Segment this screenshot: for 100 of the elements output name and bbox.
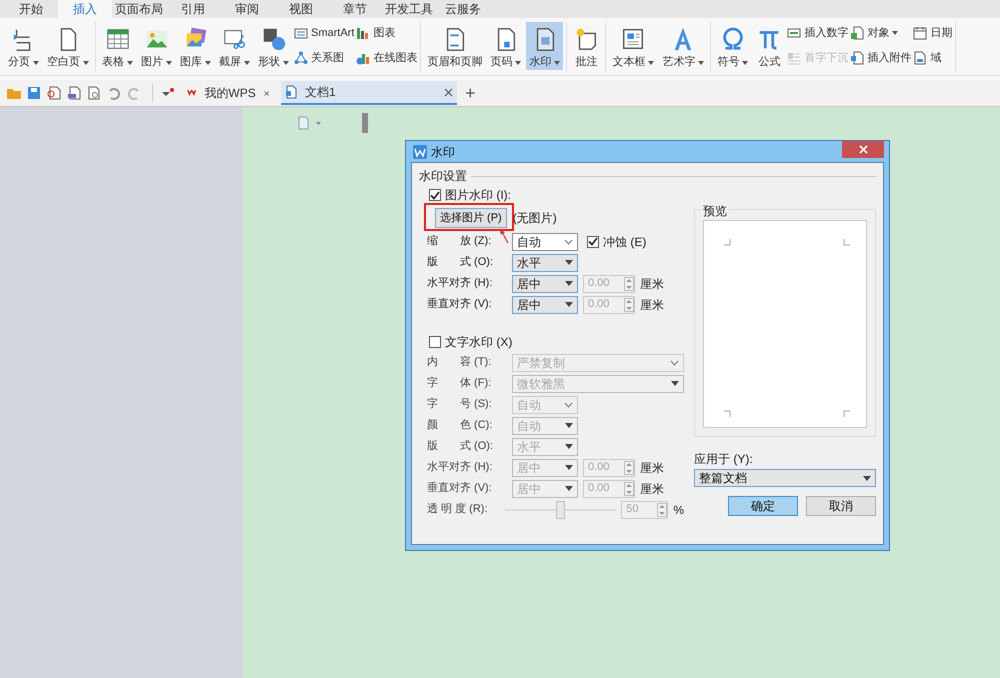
group-label: 水印设置 (419, 168, 467, 185)
field-label: 缩 放 (Z): (426, 234, 492, 250)
online-chart-icon (356, 51, 370, 65)
new-tab-button[interactable]: + (465, 84, 476, 102)
ribbon-button[interactable]: 符号 (714, 22, 752, 70)
ribbon-button[interactable]: 域 (913, 47, 952, 69)
field-label: 应用于 (Y): (694, 451, 754, 468)
ribbon-button[interactable]: 分页 (5, 22, 42, 70)
chevron-down-icon (564, 402, 573, 408)
document-tab[interactable]: 文档1 (281, 81, 457, 105)
field-label: 颜 色 (C): (426, 418, 494, 434)
ribbon-button[interactable]: 图表 (356, 22, 418, 44)
caret-icon (166, 60, 172, 64)
paste-options-icon[interactable] (297, 116, 323, 130)
menu-tab[interactable]: 视图 (274, 0, 328, 18)
dialog-button[interactable]: 确定 (728, 496, 798, 516)
caret-icon (742, 60, 748, 64)
caret-icon (648, 60, 654, 64)
ribbon-button[interactable]: 插入附件 (850, 47, 912, 69)
export-icon[interactable] (46, 85, 62, 101)
checkbox[interactable]: 图片水印 (I): (429, 187, 684, 203)
ribbon-button[interactable]: 公式 (753, 22, 786, 70)
tab-label: 文档1 (305, 84, 337, 101)
network-icon (294, 51, 308, 65)
smartart-icon (294, 26, 308, 40)
ribbon-button[interactable]: 页眉和页脚 (424, 22, 486, 70)
close-icon[interactable] (444, 88, 453, 96)
menu-tab[interactable]: 开始 (4, 0, 58, 18)
menu-tab[interactable]: 云服务 (436, 0, 490, 18)
dropdown-arrow-icon (671, 381, 679, 386)
ribbon-button[interactable]: 艺术字 (659, 22, 708, 70)
number-icon (787, 26, 802, 40)
menu-tab[interactable]: 审阅 (220, 0, 274, 18)
dropdown[interactable]: 居中 (512, 296, 578, 314)
object-icon (850, 26, 864, 40)
caret-icon (892, 31, 898, 35)
field-label: 字 号 (S): (426, 396, 493, 412)
pointer-arrow (499, 228, 509, 244)
menu-tab[interactable]: 引用 (166, 0, 220, 18)
bar-chart-icon (356, 26, 370, 40)
ribbon-button[interactable]: 插入数字 (787, 22, 848, 44)
caret-icon (244, 60, 250, 64)
dropdown-arrow-icon (565, 281, 573, 286)
document-icon (285, 85, 297, 99)
checkbox[interactable]: 冲蚀 (E) (587, 232, 646, 250)
field-label: 字 体 (F): (426, 376, 492, 392)
unit-label: 厘米 (640, 460, 664, 476)
check-icon (588, 237, 598, 246)
checkbox[interactable]: 文字水印 (X) (429, 334, 684, 350)
ribbon-button[interactable]: 批注 (570, 22, 602, 70)
dropdown-arrow-icon (565, 302, 573, 307)
save-icon[interactable] (26, 85, 42, 101)
calendar-icon (913, 26, 928, 40)
ribbon-button[interactable]: 图片 (138, 22, 175, 70)
ribbon-button[interactable]: 截屏 (216, 22, 253, 70)
close-button[interactable] (842, 141, 884, 158)
menu-tab[interactable]: 插入 (58, 0, 112, 18)
dropdown[interactable]: 水平 (512, 254, 578, 272)
attachment-icon (850, 51, 864, 65)
select-picture-button[interactable]: 选择图片 (P) (435, 208, 507, 228)
caret-icon (83, 60, 89, 64)
ribbon-button[interactable]: 页码 (487, 22, 524, 70)
ribbon-button[interactable]: 水印 (526, 22, 564, 70)
dropdown[interactable]: 整篇文档 (694, 469, 876, 487)
field-label: 水平对齐 (H): (426, 276, 494, 292)
document-tab[interactable]: 我的WPS (183, 81, 273, 105)
combo-box[interactable]: 自动 (512, 232, 578, 250)
customize-icon[interactable] (161, 87, 175, 99)
ribbon-button[interactable]: 关系图 (294, 47, 354, 69)
caret-icon (554, 60, 560, 64)
print-icon[interactable] (66, 85, 82, 101)
margin-marks-icon (724, 239, 850, 417)
caret-icon (205, 60, 211, 64)
ribbon-button[interactable]: 对象 (850, 22, 912, 44)
ribbon-button[interactable]: SmartArt (294, 22, 354, 44)
chevron-down-icon (670, 360, 679, 366)
dropdown-arrow-icon (565, 465, 573, 470)
tab-label: 我的WPS (204, 85, 256, 102)
menu-tab[interactable]: 页面布局 (112, 0, 166, 18)
dropdown[interactable]: 居中 (512, 274, 578, 292)
ribbon-button[interactable]: 在线图表 (356, 47, 418, 69)
caret-icon (698, 60, 704, 64)
field-label: 水平对齐 (H): (426, 460, 494, 476)
ribbon-button[interactable]: 文本框 (609, 22, 658, 70)
text-cursor (362, 113, 368, 133)
ribbon-button[interactable]: 形状 (255, 22, 292, 70)
ribbon-button[interactable]: 表格 (99, 22, 136, 70)
ribbon-button[interactable]: 图库 (177, 22, 214, 70)
dialog-button[interactable]: 取消 (806, 496, 876, 516)
ribbon-button[interactable]: 空白页 (44, 22, 92, 70)
dropdown-arrow-icon (565, 486, 573, 491)
menu-tab[interactable]: 章节 (328, 0, 382, 18)
chevron-down-icon (564, 238, 573, 244)
menu-tab[interactable]: 开发工具 (382, 0, 436, 18)
caret-icon (283, 60, 289, 64)
ribbon-button[interactable]: 日期 (913, 22, 952, 44)
close-icon[interactable] (264, 88, 269, 98)
field-label: 内 容 (T): (426, 354, 492, 370)
print-preview-icon[interactable] (86, 85, 102, 101)
check-icon (430, 190, 440, 200)
